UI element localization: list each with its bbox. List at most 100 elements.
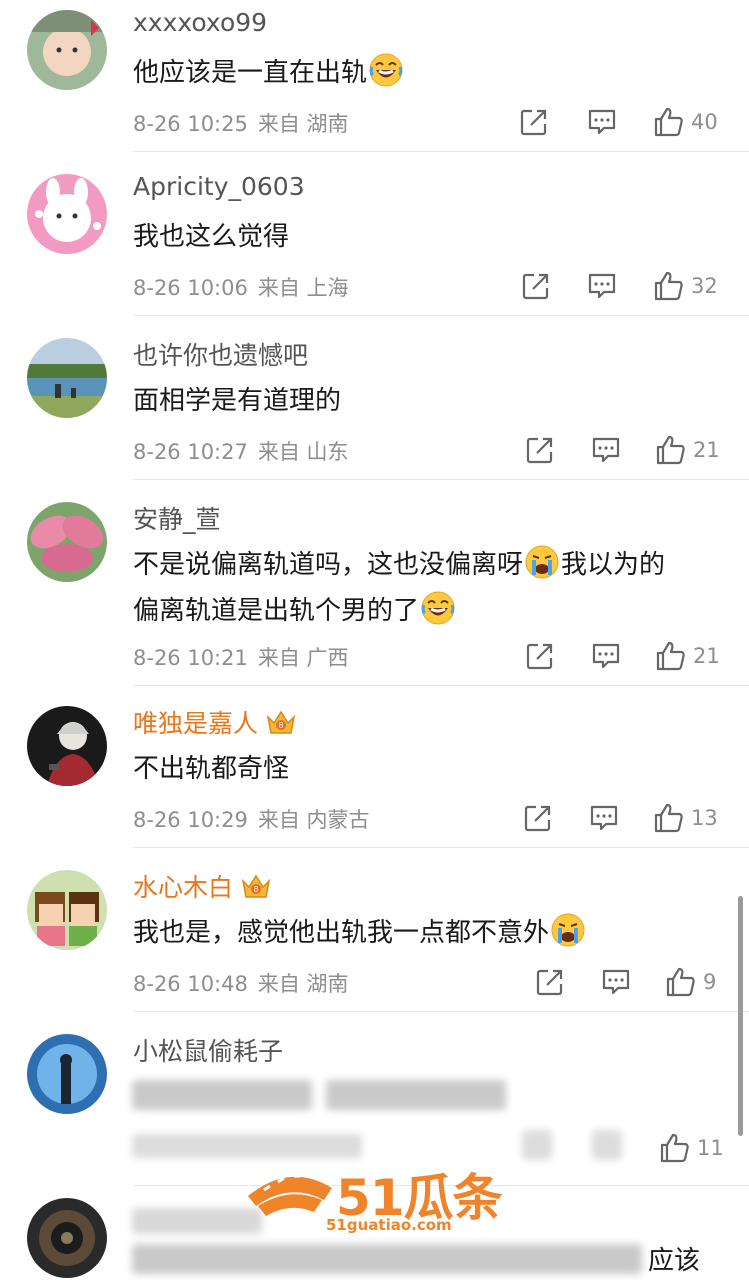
avatar[interactable] bbox=[27, 338, 107, 418]
melon-logo-icon bbox=[248, 1174, 332, 1216]
comment-meta: 8-26 10:25 来自 湖南 bbox=[133, 108, 349, 138]
divider bbox=[133, 151, 749, 152]
comment-icon bbox=[591, 641, 621, 671]
blurred-text bbox=[326, 1080, 506, 1110]
scrollbar[interactable] bbox=[738, 896, 743, 1136]
partial-comment-text: 应该 bbox=[648, 1246, 701, 1276]
like-count: 11 bbox=[697, 1136, 724, 1160]
username[interactable]: Apricity_0603 bbox=[133, 172, 305, 201]
like-icon bbox=[655, 640, 687, 672]
comment-date: 8-26 10:29 bbox=[133, 808, 248, 832]
share-icon bbox=[519, 107, 549, 137]
share-button[interactable] bbox=[525, 638, 555, 674]
comment-date: 8-26 10:48 bbox=[133, 972, 248, 996]
comment-meta: 8-26 10:29 来自 内蒙古 bbox=[133, 804, 370, 834]
username[interactable]: 唯独是嘉人 bbox=[133, 704, 298, 740]
laugh-emoji-icon bbox=[369, 53, 403, 87]
cry-emoji-icon bbox=[551, 913, 585, 947]
comment-item: 也许你也遗憾吧 面相学是有道理的 8-26 10:27 来自 山东 21 bbox=[0, 328, 749, 480]
avatar[interactable] bbox=[27, 502, 107, 582]
comment-icon bbox=[601, 967, 631, 997]
comment-location: 来自 山东 bbox=[257, 440, 349, 464]
blurred-text bbox=[132, 1080, 312, 1110]
avatar[interactable] bbox=[27, 706, 107, 786]
share-button[interactable] bbox=[521, 268, 551, 304]
crown-icon bbox=[239, 871, 273, 901]
like-count: 21 bbox=[693, 438, 720, 462]
reply-button[interactable] bbox=[601, 964, 631, 1000]
divider bbox=[133, 479, 749, 480]
like-button[interactable]: 40 bbox=[653, 104, 718, 140]
comment-icon bbox=[587, 107, 617, 137]
cry-emoji-icon bbox=[525, 545, 559, 579]
divider bbox=[133, 685, 749, 686]
share-icon bbox=[521, 271, 551, 301]
share-icon bbox=[535, 967, 565, 997]
like-count: 32 bbox=[691, 274, 718, 298]
reply-button[interactable] bbox=[587, 104, 617, 140]
like-button[interactable]: 11 bbox=[659, 1130, 724, 1166]
share-button[interactable] bbox=[519, 104, 549, 140]
like-count: 13 bbox=[691, 806, 718, 830]
comment-meta: 8-26 10:48 来自 湖南 bbox=[133, 968, 349, 998]
comment-text: 面相学是有道理的 bbox=[133, 386, 342, 416]
comment-meta: 8-26 10:27 来自 山东 bbox=[133, 436, 349, 466]
username[interactable]: 小松鼠偷耗子 bbox=[133, 1032, 283, 1068]
like-button[interactable]: 21 bbox=[655, 432, 720, 468]
like-icon bbox=[659, 1132, 691, 1164]
blurred-icons bbox=[592, 1130, 622, 1160]
comment-location: 来自 湖南 bbox=[257, 112, 349, 136]
comment-location: 来自 广西 bbox=[257, 646, 349, 670]
share-icon bbox=[525, 435, 555, 465]
avatar[interactable] bbox=[27, 174, 107, 254]
divider bbox=[133, 1011, 749, 1012]
reply-button[interactable] bbox=[589, 800, 619, 836]
username[interactable]: xxxxoxo99 bbox=[133, 8, 267, 37]
share-button[interactable] bbox=[525, 432, 555, 468]
comment-icon bbox=[591, 435, 621, 465]
comment-item: xxxxoxo99 他应该是一直在出轨 8-26 10:25 来自 湖南 40 bbox=[0, 0, 749, 152]
username[interactable]: 水心木白 bbox=[133, 868, 273, 904]
share-icon bbox=[523, 803, 553, 833]
blurred-text bbox=[132, 1244, 642, 1274]
watermark-url: 51guatiao.com bbox=[326, 1216, 452, 1234]
share-button[interactable] bbox=[535, 964, 565, 1000]
like-button[interactable]: 13 bbox=[653, 800, 718, 836]
divider bbox=[133, 315, 749, 316]
like-icon bbox=[653, 270, 685, 302]
avatar[interactable] bbox=[27, 870, 107, 950]
comment-text: 他应该是一直在出轨 bbox=[133, 50, 723, 96]
comment-date: 8-26 10:27 bbox=[133, 440, 248, 464]
comment-icon bbox=[589, 803, 619, 833]
like-button[interactable]: 9 bbox=[665, 964, 716, 1000]
reply-button[interactable] bbox=[591, 638, 621, 674]
comment-location: 来自 上海 bbox=[257, 276, 349, 300]
avatar[interactable] bbox=[27, 10, 107, 90]
blurred-meta bbox=[132, 1134, 362, 1158]
like-icon bbox=[653, 802, 685, 834]
comment-icon bbox=[587, 271, 617, 301]
comment-meta: 8-26 10:06 来自 上海 bbox=[133, 272, 349, 302]
comment-location: 来自 内蒙古 bbox=[257, 808, 370, 832]
comment-text: 不出轨都奇怪 bbox=[133, 754, 290, 784]
like-count: 9 bbox=[703, 970, 717, 994]
like-count: 40 bbox=[691, 110, 718, 134]
like-count: 21 bbox=[693, 644, 720, 668]
like-icon bbox=[653, 106, 685, 138]
like-button[interactable]: 21 bbox=[655, 638, 720, 674]
share-button[interactable] bbox=[523, 800, 553, 836]
avatar[interactable] bbox=[27, 1198, 107, 1278]
reply-button[interactable] bbox=[587, 268, 617, 304]
username[interactable]: 安静_萱 bbox=[133, 500, 221, 536]
like-button[interactable]: 32 bbox=[653, 268, 718, 304]
crown-icon bbox=[264, 707, 298, 737]
comment-item: Apricity_0603 我也这么觉得 8-26 10:06 来自 上海 32 bbox=[0, 164, 749, 316]
divider bbox=[133, 847, 749, 848]
reply-button[interactable] bbox=[591, 432, 621, 468]
avatar[interactable] bbox=[27, 1034, 107, 1114]
comment-location: 来自 湖南 bbox=[257, 972, 349, 996]
username[interactable]: 也许你也遗憾吧 bbox=[133, 336, 308, 372]
comment-date: 8-26 10:25 bbox=[133, 112, 248, 136]
comment-text: 我也是，感觉他出轨我一点都不意外 bbox=[133, 910, 723, 956]
like-icon bbox=[665, 966, 697, 998]
